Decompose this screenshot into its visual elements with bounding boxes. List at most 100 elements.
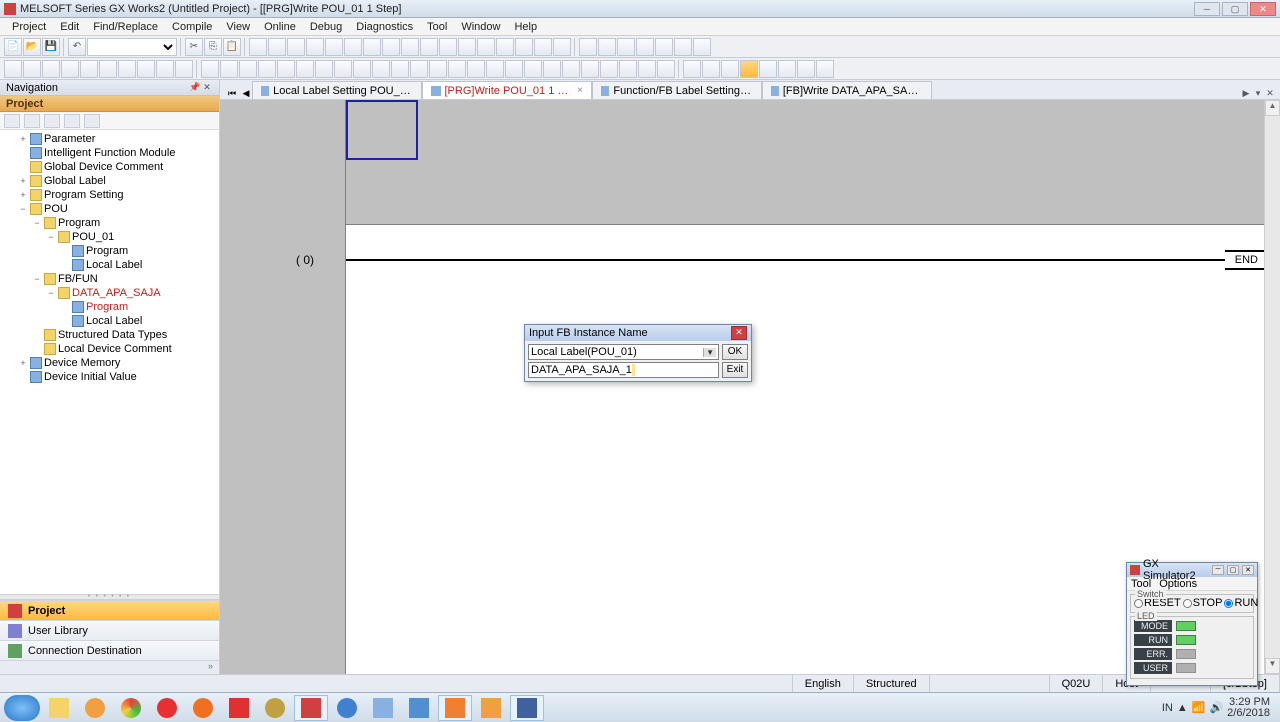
tb-btn[interactable]	[287, 38, 305, 56]
tb-btn[interactable]	[655, 38, 673, 56]
dialog-titlebar[interactable]: Input FB Instance Name ✕	[525, 325, 751, 341]
tree-local-device-comment[interactable]: Local Device Comment	[2, 342, 217, 356]
tb-btn[interactable]	[598, 38, 616, 56]
nav-view-icon[interactable]	[4, 114, 20, 128]
scroll-up-button[interactable]: ▲	[1265, 100, 1280, 116]
sim-close-button[interactable]: ✕	[1242, 565, 1254, 575]
system-tray[interactable]: IN ▲ 📶 🔊 3:29 PM 2/6/2018	[1156, 697, 1276, 719]
tb-btn[interactable]	[156, 60, 174, 78]
tb-btn[interactable]	[636, 38, 654, 56]
menu-compile[interactable]: Compile	[166, 20, 218, 34]
tb-btn[interactable]	[220, 60, 238, 78]
taskbar-app[interactable]	[258, 695, 292, 721]
tab-close-all[interactable]: ✕	[1264, 88, 1276, 99]
tb-btn[interactable]	[258, 60, 276, 78]
sim-run-radio[interactable]: RUN	[1224, 597, 1258, 609]
taskbar-firefox[interactable]	[186, 695, 220, 721]
taskbar-acrobat[interactable]	[222, 695, 256, 721]
taskbar-app[interactable]	[510, 695, 544, 721]
tb-btn[interactable]	[401, 38, 419, 56]
tb-btn[interactable]	[721, 60, 739, 78]
tb-btn[interactable]	[693, 38, 711, 56]
undo-button[interactable]: ↶	[68, 38, 86, 56]
sim-maximize-button[interactable]: ▢	[1227, 565, 1239, 575]
tb-btn[interactable]	[579, 38, 597, 56]
taskbar-app[interactable]	[438, 695, 472, 721]
tb-btn[interactable]	[249, 38, 267, 56]
menu-online[interactable]: Online	[258, 20, 302, 34]
tb-btn[interactable]	[657, 60, 675, 78]
toolbar-combo[interactable]	[87, 38, 177, 56]
taskbar-opera[interactable]	[150, 695, 184, 721]
tb-btn[interactable]	[778, 60, 796, 78]
paste-button[interactable]: 📋	[223, 38, 241, 56]
tb-btn[interactable]	[4, 60, 22, 78]
nav-view-icon[interactable]	[64, 114, 80, 128]
taskbar-explorer[interactable]	[42, 695, 76, 721]
tb-btn[interactable]	[797, 60, 815, 78]
save-button[interactable]: 💾	[42, 38, 60, 56]
tab-local-label[interactable]: Local Label Setting POU_01 [PRG]	[252, 81, 422, 99]
tb-btn[interactable]	[617, 38, 635, 56]
tab-dropdown[interactable]: ▾	[1252, 88, 1264, 99]
nav-close-button[interactable]: ✕	[201, 82, 213, 94]
tree-pou[interactable]: −POU	[2, 202, 217, 216]
tray-clock[interactable]: 3:29 PM 2/6/2018	[1227, 697, 1270, 719]
menu-help[interactable]: Help	[508, 20, 543, 34]
tb-btn[interactable]	[467, 60, 485, 78]
tb-btn[interactable]	[486, 60, 504, 78]
taskbar-chrome[interactable]	[114, 695, 148, 721]
scroll-down-button[interactable]: ▼	[1265, 658, 1280, 674]
tb-btn[interactable]	[410, 60, 428, 78]
ladder-cursor[interactable]	[346, 100, 418, 160]
tree-pou-01[interactable]: −POU_01	[2, 230, 217, 244]
vertical-scrollbar[interactable]: ▲ ▼	[1264, 100, 1280, 674]
tb-btn[interactable]	[277, 60, 295, 78]
tb-btn[interactable]	[524, 60, 542, 78]
nav-pin-button[interactable]: 📌	[189, 82, 201, 94]
tb-btn[interactable]	[439, 38, 457, 56]
tb-btn[interactable]	[268, 38, 286, 56]
tree-fb-fun[interactable]: −FB/FUN	[2, 272, 217, 286]
tb-btn[interactable]	[702, 60, 720, 78]
tb-btn[interactable]	[344, 38, 362, 56]
taskbar-app[interactable]	[78, 695, 112, 721]
tree-global-label[interactable]: +Global Label	[2, 174, 217, 188]
tb-btn[interactable]	[118, 60, 136, 78]
tb-btn[interactable]	[496, 38, 514, 56]
tb-btn[interactable]	[239, 60, 257, 78]
ladder-rung-0[interactable]: ( 0) END	[346, 250, 1270, 270]
copy-button[interactable]: ⎘	[204, 38, 222, 56]
menu-find-replace[interactable]: Find/Replace	[87, 20, 164, 34]
tree-das-program[interactable]: Program	[2, 300, 217, 314]
dialog-close-button[interactable]: ✕	[731, 326, 747, 340]
tab-nav-next[interactable]: ▶	[1240, 88, 1252, 99]
tb-btn[interactable]	[534, 38, 552, 56]
menu-debug[interactable]: Debug	[304, 20, 348, 34]
open-button[interactable]: 📂	[23, 38, 41, 56]
tree-data-apa-saja[interactable]: −DATA_APA_SAJA	[2, 286, 217, 300]
taskbar-gxworks[interactable]	[294, 695, 328, 721]
taskbar-app[interactable]	[402, 695, 436, 721]
nav-user-library-button[interactable]: User Library	[0, 620, 219, 640]
tray-lang[interactable]: IN	[1162, 702, 1173, 714]
nav-connection-button[interactable]: Connection Destination	[0, 640, 219, 660]
tb-btn[interactable]	[619, 60, 637, 78]
tb-btn[interactable]	[175, 60, 193, 78]
minimize-button[interactable]: ─	[1194, 2, 1220, 16]
tb-btn[interactable]	[581, 60, 599, 78]
tb-btn[interactable]	[201, 60, 219, 78]
tab-function-fb[interactable]: Function/FB Label Setting DATA...	[592, 81, 762, 99]
tb-btn[interactable]	[353, 60, 371, 78]
tree-device-memory[interactable]: +Device Memory	[2, 356, 217, 370]
tb-btn[interactable]	[80, 60, 98, 78]
tb-btn[interactable]	[429, 60, 447, 78]
tree-pou01-local-label[interactable]: Local Label	[2, 258, 217, 272]
tb-btn[interactable]	[740, 60, 758, 78]
tb-btn[interactable]	[363, 38, 381, 56]
tree-device-initial-value[interactable]: Device Initial Value	[2, 370, 217, 384]
sim-stop-radio[interactable]: STOP	[1183, 597, 1223, 609]
tb-btn[interactable]	[505, 60, 523, 78]
maximize-button[interactable]: ▢	[1222, 2, 1248, 16]
dialog-exit-button[interactable]: Exit	[722, 362, 748, 378]
